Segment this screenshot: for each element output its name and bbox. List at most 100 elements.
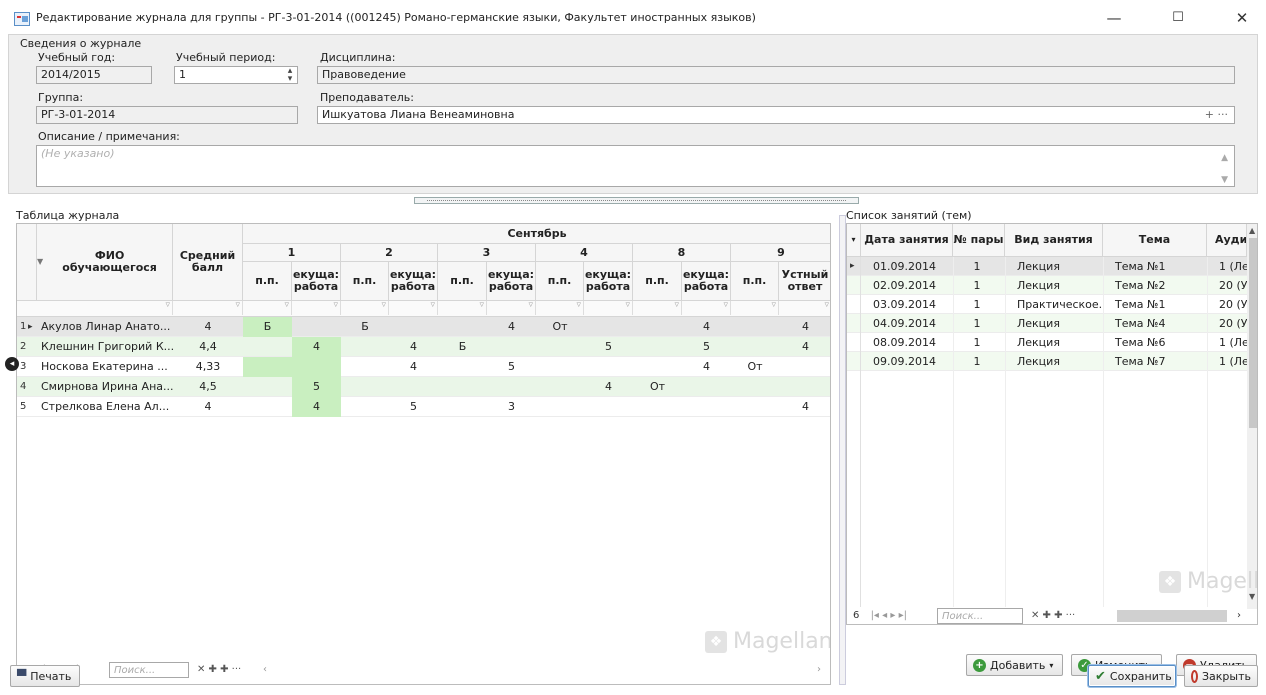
grade-cell[interactable] (536, 377, 584, 397)
scroll-right-icon[interactable]: › (1237, 610, 1241, 621)
collapse-arrow-icon[interactable]: ◂ (5, 357, 19, 371)
grade-cell[interactable] (341, 357, 389, 377)
grade-cell[interactable] (633, 357, 682, 377)
journal-search-input[interactable]: Поиск... (109, 662, 189, 678)
column-header-type[interactable]: Вид занятия (1005, 224, 1103, 257)
grade-cell[interactable]: От (633, 377, 682, 397)
filter-cell[interactable] (341, 300, 389, 315)
grade-cell[interactable] (536, 397, 584, 417)
horizontal-splitter[interactable] (414, 197, 859, 204)
minimize-button[interactable]: — (1094, 6, 1134, 30)
grade-cell[interactable]: От (731, 357, 779, 377)
filter-cell[interactable] (682, 300, 731, 315)
student-name[interactable]: Клешнин Григорий К... (37, 337, 173, 357)
journal-footer-tools[interactable]: ✕ ✚ ✚ ··· (197, 664, 241, 675)
filter-cell[interactable] (487, 300, 536, 315)
table-row[interactable]: 2 Клешнин Григорий К... 4,4 4 4 Б 5 5 4 (17, 337, 830, 357)
group-field[interactable]: РГ-3-01-2014 (36, 106, 298, 124)
filter-cell[interactable] (389, 300, 438, 315)
close-button[interactable]: Закрыть (1184, 665, 1258, 687)
filter-row[interactable] (17, 300, 830, 317)
grade-cell[interactable] (682, 397, 731, 417)
grade-cell[interactable] (341, 377, 389, 397)
scroll-thumb[interactable] (1249, 238, 1257, 428)
description-textarea[interactable]: (Не указано) ▲ ▼ (36, 145, 1235, 187)
grade-cell[interactable] (731, 397, 779, 417)
textarea-scroll-up-icon[interactable]: ▲ (1221, 150, 1228, 166)
filter-cell[interactable] (584, 300, 633, 315)
lesson-row[interactable]: 03.09.2014 1 Практическое... Тема №1 20 (У (847, 295, 1247, 314)
period-spinner[interactable]: 1 ▴ ▾ (174, 66, 298, 84)
discipline-field[interactable]: Правоведение (317, 66, 1235, 84)
subcol-header[interactable]: п.п. (731, 262, 779, 301)
subcol-header[interactable]: п.п. (633, 262, 682, 301)
grade-cell[interactable] (438, 317, 487, 337)
grade-cell[interactable] (779, 377, 830, 397)
grade-cell[interactable] (292, 357, 341, 377)
student-name[interactable]: Смирнова Ирина Ана... (37, 377, 173, 397)
table-row[interactable]: 5 Стрелкова Елена Ал... 4 4 5 3 4 (17, 397, 830, 417)
filter-cell[interactable] (779, 300, 830, 315)
grade-cell[interactable] (438, 357, 487, 377)
subcol-header[interactable]: екуща: работа (682, 262, 731, 301)
lessons-menu-icon[interactable]: ▾ (847, 224, 861, 257)
scroll-right-icon[interactable]: › (817, 664, 821, 675)
grade-cell[interactable] (779, 357, 830, 377)
grade-cell[interactable]: 5 (389, 397, 438, 417)
subcol-header[interactable]: п.п. (536, 262, 584, 301)
maximize-button[interactable]: ☐ (1158, 6, 1198, 30)
grade-cell[interactable]: 5 (487, 357, 536, 377)
grade-cell[interactable] (584, 357, 633, 377)
grade-cell[interactable] (243, 397, 292, 417)
column-header-num[interactable]: № пары (953, 224, 1005, 257)
grade-cell[interactable] (682, 377, 731, 397)
grade-cell[interactable] (292, 317, 341, 337)
lesson-row[interactable]: 04.09.2014 1 Лекция Тема №4 20 (У (847, 314, 1247, 333)
scroll-left-icon[interactable]: ‹ (263, 664, 267, 675)
grade-cell[interactable] (633, 397, 682, 417)
grade-cell[interactable] (584, 317, 633, 337)
lessons-vertical-scrollbar[interactable]: ▲ ▼ (1247, 224, 1257, 609)
grade-cell[interactable] (536, 337, 584, 357)
column-header-name[interactable]: ▼ ФИО обучающегося (37, 224, 173, 301)
grade-cell[interactable]: 5 (682, 337, 731, 357)
subcol-header[interactable]: п.п. (341, 262, 389, 301)
lessons-footer-tools[interactable]: ✕ ✚ ✚ ··· (1031, 610, 1075, 621)
print-button[interactable]: ▀ Печать (10, 665, 80, 687)
lesson-row[interactable]: 08.09.2014 1 Лекция Тема №6 1 (Ле (847, 333, 1247, 352)
grade-cell[interactable]: 4 (682, 317, 731, 337)
grade-cell[interactable] (243, 357, 292, 377)
grade-cell[interactable] (389, 317, 438, 337)
grade-cell[interactable] (731, 377, 779, 397)
table-row[interactable]: 1 ▸ Акулов Линар Анато... 4 Б Б 4 От 4 4 (17, 317, 830, 337)
teacher-lookup-buttons[interactable]: + ··· (1205, 107, 1228, 123)
grade-cell[interactable]: 4 (584, 377, 633, 397)
vertical-splitter[interactable] (839, 215, 846, 685)
grade-cell[interactable]: 4 (779, 337, 830, 357)
grade-cell[interactable] (389, 377, 438, 397)
grade-cell[interactable] (731, 317, 779, 337)
nav-first-icon[interactable]: |◂ (871, 610, 879, 621)
nav-next-icon[interactable]: ▸ (890, 610, 895, 621)
grade-cell[interactable] (438, 397, 487, 417)
table-row[interactable]: 3 Носкова Екатерина ... 4,33 4 5 4 От (17, 357, 830, 377)
grade-cell[interactable]: Б (243, 317, 292, 337)
grade-cell[interactable]: 4 (682, 357, 731, 377)
grade-cell[interactable]: 4 (779, 397, 830, 417)
add-lesson-button[interactable]: + Добавить ▾ (966, 654, 1063, 676)
grade-cell[interactable] (487, 377, 536, 397)
grade-cell[interactable]: 4 (779, 317, 830, 337)
subcol-header[interactable]: п.п. (438, 262, 487, 301)
lesson-row[interactable]: 02.09.2014 1 Лекция Тема №2 20 (У (847, 276, 1247, 295)
scroll-up-icon[interactable]: ▲ (1249, 226, 1255, 235)
close-window-button[interactable]: ✕ (1222, 6, 1262, 30)
grade-cell[interactable] (487, 337, 536, 357)
grade-cell[interactable] (584, 397, 633, 417)
grade-cell[interactable] (731, 337, 779, 357)
student-name[interactable]: Акулов Линар Анато... (37, 317, 173, 337)
grade-cell[interactable] (633, 337, 682, 357)
nav-prev-icon[interactable]: ◂ (882, 610, 887, 621)
lessons-horizontal-scrollbar[interactable] (1117, 610, 1227, 622)
grade-cell[interactable] (438, 377, 487, 397)
grade-cell[interactable]: 4 (487, 317, 536, 337)
